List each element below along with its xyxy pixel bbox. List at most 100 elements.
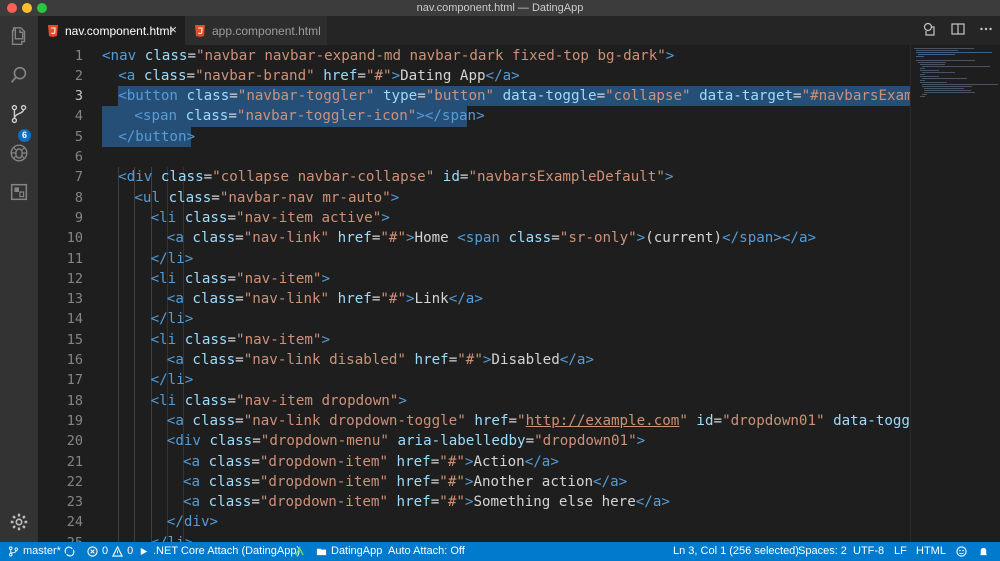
code-token: class <box>208 473 252 490</box>
minimap-line <box>924 92 976 93</box>
indentation-indicator[interactable]: Spaces: 2 <box>798 542 847 561</box>
cursor-position[interactable]: Ln 3, Col 1 (256 selected) <box>673 542 799 561</box>
code-token: Home <box>414 230 458 247</box>
minimap-line <box>918 54 955 55</box>
gear-icon[interactable] <box>7 510 31 534</box>
code-token: = <box>251 473 260 490</box>
minimap-line <box>916 52 992 53</box>
notifications-icon[interactable] <box>978 542 989 561</box>
code-token: <div <box>166 433 210 450</box>
code-line: <a class="nav-link disabled" href="#">Di… <box>167 350 594 370</box>
indent-guide <box>118 167 120 542</box>
branch-indicator[interactable]: master* <box>8 542 61 561</box>
minimap-line <box>922 86 973 87</box>
line-number: 18 <box>66 392 83 409</box>
code-token: <a <box>183 473 209 490</box>
code-token: </span></a> <box>722 230 817 247</box>
code-editor[interactable]: 1234567891011121314151617181920212223242… <box>38 45 1000 542</box>
debug-icon[interactable] <box>7 141 31 165</box>
code-area[interactable]: <nav class="navbar navbar-expand-md navb… <box>102 45 910 542</box>
debug-config[interactable]: .NET Core Attach (DatingApp) <box>138 542 300 561</box>
code-token: </a> <box>635 494 670 511</box>
files-icon[interactable] <box>7 24 31 48</box>
live-share-icon[interactable] <box>294 542 305 561</box>
code-token: class <box>186 88 230 105</box>
code-token: = <box>251 494 260 511</box>
code-token: = <box>430 494 440 511</box>
play-icon <box>140 547 148 556</box>
code-token: "#" <box>439 453 465 470</box>
code-line: <li class="nav-item dropdown"> <box>151 391 407 411</box>
minimap-line <box>920 70 939 71</box>
encoding-indicator[interactable]: UTF-8 <box>853 542 884 561</box>
line-number: 19 <box>66 412 83 429</box>
code-token: > <box>391 67 401 84</box>
code-token: ></span> <box>416 108 485 125</box>
feedback-icon[interactable] <box>956 542 967 561</box>
code-token: "navbar-toggler" <box>237 88 375 105</box>
tab-nav-component[interactable]: nav.component.html × <box>38 16 185 45</box>
auto-attach-toggle[interactable]: Auto Attach: Off <box>388 542 465 561</box>
indent-guide <box>134 167 136 542</box>
editor-actions <box>922 21 994 37</box>
code-token: <a <box>183 453 209 470</box>
code-token: > <box>398 392 407 409</box>
code-token: <div <box>118 169 161 186</box>
more-actions-icon[interactable] <box>978 21 994 37</box>
code-token: class <box>143 67 187 84</box>
code-token: "#" <box>365 67 392 84</box>
code-token: Link <box>414 291 449 308</box>
minimap-line <box>922 94 928 95</box>
code-token: class <box>192 352 236 368</box>
code-token: aria-labelledby <box>388 433 526 450</box>
code-token: "dropdown01" <box>722 412 825 429</box>
line-number: 16 <box>66 352 83 368</box>
open-changes-icon[interactable] <box>922 21 938 37</box>
window-title: nav.component.html — DatingApp <box>416 2 584 14</box>
code-token: > <box>664 169 674 186</box>
code-token: " <box>517 412 526 429</box>
code-line: <a class="nav-link dropdown-toggle" href… <box>167 411 910 431</box>
code-token: </a> <box>593 473 628 490</box>
search-icon[interactable] <box>7 63 31 87</box>
eol-indicator[interactable]: LF <box>894 542 907 561</box>
code-token: "navbarsExampleDefault" <box>468 169 665 186</box>
code-token: "nav-link" <box>243 230 330 247</box>
code-token: "#" <box>439 494 465 511</box>
code-token: = <box>227 392 237 409</box>
warning-count: 0 <box>127 545 134 557</box>
line-number: 20 <box>66 433 83 450</box>
extensions-icon[interactable] <box>7 180 31 204</box>
code-token: = <box>229 88 238 105</box>
code-token: "nav-item dropdown" <box>236 392 399 409</box>
code-token: = <box>251 453 260 470</box>
tab-app-component[interactable]: app.component.html <box>185 16 327 45</box>
code-token: id <box>434 169 460 186</box>
sync-icon[interactable] <box>64 542 75 561</box>
code-token: "navbar-brand" <box>195 67 315 84</box>
code-token: class <box>209 433 253 450</box>
code-token: class <box>208 494 252 511</box>
problems-indicator[interactable]: 0 0 <box>87 542 133 561</box>
minimap-line <box>924 90 971 91</box>
code-line: <a class="dropdown-item" href="#">Action… <box>183 452 559 472</box>
line-number: 15 <box>66 331 83 348</box>
code-token: "dropdown-item" <box>259 473 389 490</box>
code-token: class <box>184 331 228 348</box>
minimap[interactable] <box>910 45 1000 542</box>
code-token: href <box>405 352 449 368</box>
line-number: 17 <box>66 372 83 389</box>
folder-indicator[interactable]: DatingApp <box>316 542 382 561</box>
code-token: <button <box>118 88 187 105</box>
source-control-icon[interactable] <box>7 102 31 126</box>
warning-icon <box>112 546 124 557</box>
language-mode[interactable]: HTML <box>916 542 946 561</box>
line-number: 24 <box>66 514 83 531</box>
code-token: "nav-link dropdown-toggle" <box>243 412 466 429</box>
code-token: class <box>185 108 229 125</box>
code-token: "navbar navbar-expand-md navbar-dark fix… <box>195 47 666 64</box>
code-token: = <box>508 412 518 429</box>
close-icon[interactable]: × <box>169 23 177 37</box>
split-editor-icon[interactable] <box>950 21 966 37</box>
minimap-line <box>920 74 925 75</box>
